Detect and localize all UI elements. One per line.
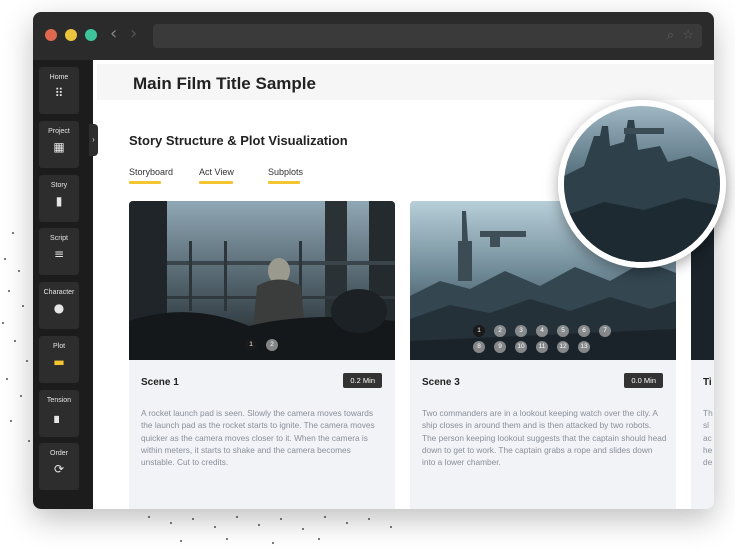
tab-subplots-underline	[268, 181, 300, 184]
duration-badge: 0.2 Min	[343, 373, 382, 388]
description-fragment: sl	[703, 420, 709, 431]
lines-icon: ≡	[53, 247, 65, 261]
sidebar-item-label: Story	[50, 182, 68, 189]
scene-card[interactable]: 1 2 Scene 1 0.2 Min A rocket launch pad …	[129, 201, 395, 509]
scene-description: Th sl ac he de	[703, 407, 714, 468]
description-fragment: ac	[703, 432, 712, 443]
image-page-dot[interactable]: 11	[536, 341, 548, 353]
tab-subplots[interactable]: Subplots	[268, 167, 303, 177]
image-page-dot[interactable]: 2	[266, 339, 278, 351]
image-page-dot[interactable]: 6	[578, 325, 590, 337]
dashboard-icon: ▦	[53, 140, 65, 154]
image-page-dot[interactable]: 8	[473, 341, 485, 353]
image-page-dot[interactable]: 1	[245, 339, 257, 351]
scene-title: Scene 3	[422, 377, 460, 388]
image-page-dot[interactable]: 5	[557, 325, 569, 337]
tab-storyboard[interactable]: Storyboard	[129, 167, 173, 177]
address-bar[interactable]: ⌕ ☆	[153, 24, 702, 48]
image-page-dot[interactable]: 12	[557, 341, 569, 353]
description-fragment: de	[703, 457, 713, 468]
maximize-window-button[interactable]	[85, 29, 97, 41]
image-page-dot[interactable]: 9	[494, 341, 506, 353]
sidebar-collapse-toggle[interactable]: ›	[89, 124, 98, 156]
image-page-dot[interactable]: 10	[515, 341, 527, 353]
scene-title: Scene 1	[141, 377, 179, 388]
sidebar-item-project[interactable]: Project ▦	[39, 121, 79, 168]
image-page-dot[interactable]: 2	[494, 325, 506, 337]
scene-thumbnail[interactable]: 1 2	[129, 201, 395, 360]
sidebar-item-label: Home	[49, 74, 69, 81]
search-icon[interactable]: ⌕	[667, 28, 674, 43]
description-fragment: he	[703, 444, 713, 455]
bar-chart-icon: ▖	[54, 409, 64, 423]
sidebar-item-plot[interactable]: Plot ▬	[39, 336, 79, 383]
section-title: Story Structure & Plot Visualization	[129, 133, 348, 148]
sidebar: Home ⠿ Project ▦ Story ▮ Script ≡ Charac…	[33, 60, 93, 509]
image-page-dot[interactable]: 7	[599, 325, 611, 337]
grid-icon: ⠿	[54, 86, 64, 100]
book-icon: ▬	[53, 355, 65, 369]
scene-description: Two commanders are in a lookout keeping …	[422, 408, 667, 468]
tab-act-view[interactable]: Act View	[199, 167, 234, 177]
tab-storyboard-underline	[129, 181, 161, 184]
sidebar-item-tension[interactable]: Tension ▖	[39, 390, 79, 437]
image-page-dot[interactable]: 3	[515, 325, 527, 337]
page-header: Main Film Title Sample	[97, 64, 714, 100]
browser-titlebar: ‹ › ⌕ ☆	[33, 12, 714, 60]
page-title: Main Film Title Sample	[133, 74, 316, 93]
sidebar-item-label: Tension	[46, 397, 72, 404]
sidebar-item-label: Plot	[52, 343, 66, 350]
duration-badge: 0.0 Min	[624, 373, 663, 388]
description-fragment: Th	[703, 408, 713, 418]
sidebar-item-label: Character	[43, 289, 75, 296]
sidebar-item-label: Project	[48, 128, 70, 135]
image-page-dot[interactable]: 4	[536, 325, 548, 337]
sidebar-item-script[interactable]: Script ≡	[39, 228, 79, 275]
sidebar-item-story[interactable]: Story ▮	[39, 175, 79, 222]
sidebar-item-label: Order	[50, 450, 68, 457]
image-page-dot[interactable]: 1	[473, 325, 485, 337]
sidebar-item-home[interactable]: Home ⠿	[39, 67, 79, 114]
scene-title: Ti	[703, 377, 712, 388]
shuffle-icon: ⟳	[53, 462, 65, 476]
chevron-right-icon[interactable]: ›	[130, 24, 137, 44]
tab-act-view-underline	[199, 181, 233, 184]
sidebar-item-label: Script	[50, 235, 68, 242]
sidebar-item-order[interactable]: Order ⟳	[39, 443, 79, 490]
star-icon[interactable]: ☆	[682, 28, 694, 43]
magnifier-lens	[558, 100, 726, 268]
screenshot-stage: ‹ › ⌕ ☆ Home ⠿ Project ▦ Story ▮ Script	[0, 0, 735, 550]
close-window-button[interactable]	[45, 29, 57, 41]
scene-description: A rocket launch pad is seen. Slowly the …	[141, 408, 375, 468]
image-page-dot[interactable]: 13	[578, 341, 590, 353]
minimize-window-button[interactable]	[65, 29, 77, 41]
bookmark-icon: ▮	[55, 194, 63, 208]
chevron-left-icon[interactable]: ‹	[110, 24, 117, 44]
person-icon: ●	[53, 301, 65, 315]
sidebar-item-character[interactable]: Character ●	[39, 282, 79, 329]
